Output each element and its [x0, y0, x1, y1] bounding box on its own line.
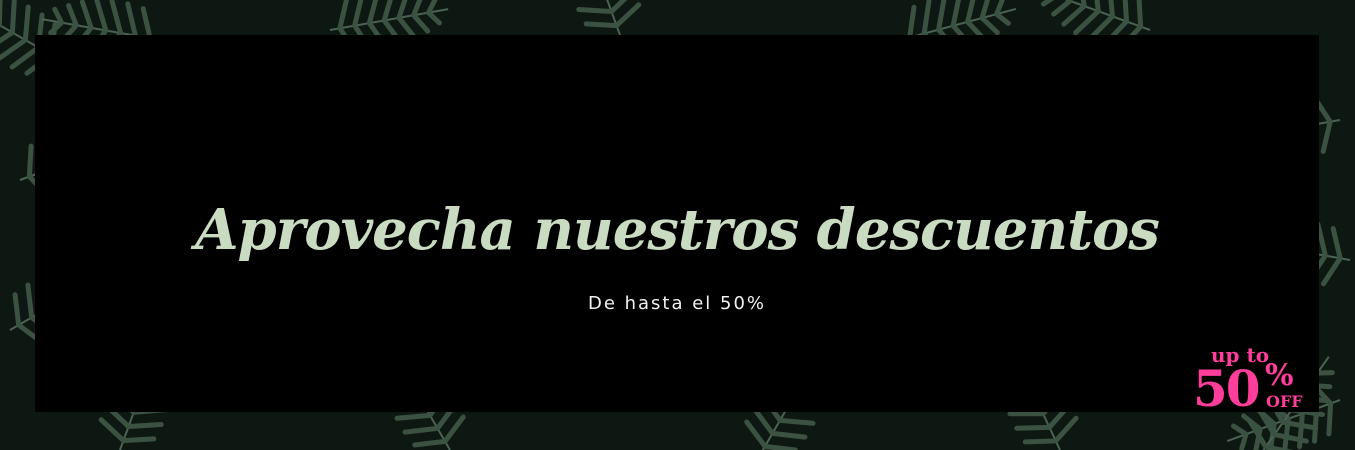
- discount-badge: up to 50 % OFF: [1185, 343, 1315, 423]
- badge-number: 50: [1193, 359, 1261, 418]
- text-panel: Aprovecha nuestros descuentos De hasta e…: [35, 35, 1319, 417]
- subheadline: De hasta el 50%: [587, 293, 767, 314]
- promo-banner: Aprovecha nuestros descuentos De hasta e…: [0, 0, 1355, 450]
- headline: Aprovecha nuestros descuentos: [195, 197, 1160, 263]
- badge-off-text: OFF: [1266, 392, 1303, 411]
- badge-percent-sign: %: [1265, 358, 1294, 393]
